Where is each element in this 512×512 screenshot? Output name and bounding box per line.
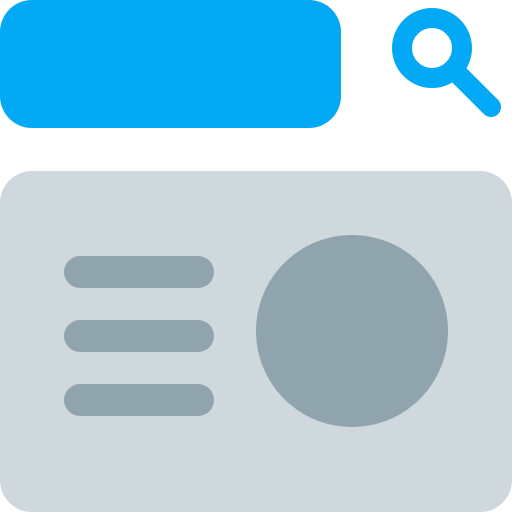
magnifier-handle [446, 62, 501, 117]
card-text-line [64, 256, 214, 288]
search-bar[interactable] [0, 0, 341, 128]
card-image-placeholder [256, 235, 448, 427]
card-text-line [64, 320, 214, 352]
card-text-line [64, 384, 214, 416]
web-search-illustration [0, 0, 512, 512]
search-icon[interactable] [384, 0, 512, 128]
